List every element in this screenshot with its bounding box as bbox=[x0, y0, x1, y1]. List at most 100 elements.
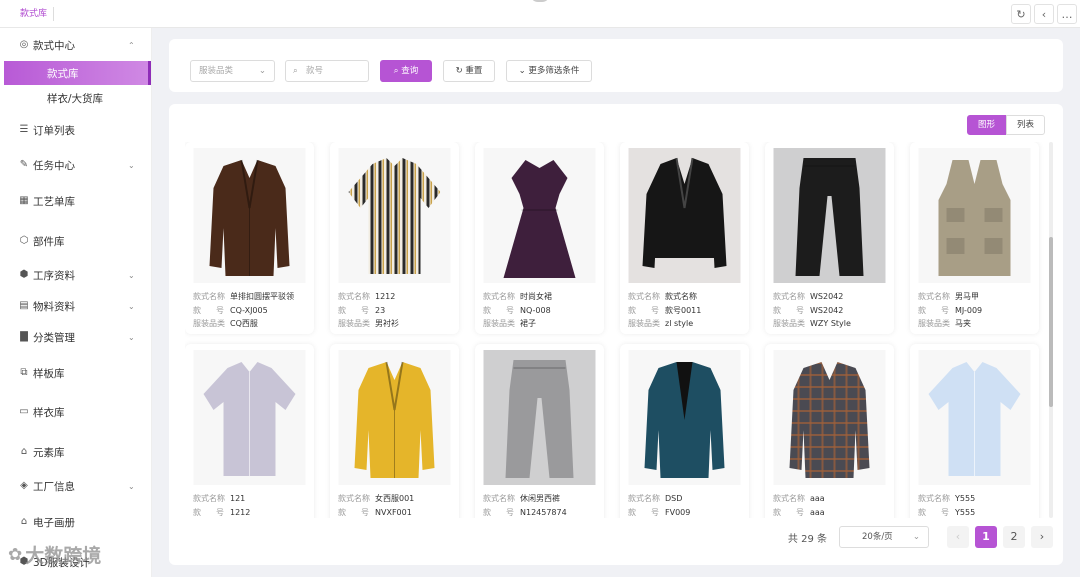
style-card[interactable]: 款式名称 款式名称款号款号0011 服装品类 zl style bbox=[620, 142, 749, 334]
style-name-label: 款式名称 bbox=[628, 494, 660, 503]
sidebar-item-7[interactable]: ⬢ 工序资料 ⌄ bbox=[0, 263, 151, 287]
sidebar-item-6[interactable]: ⬡ 部件库 bbox=[0, 229, 151, 253]
sidebar-item-0[interactable]: ◎ 款式中心 ⌃ bbox=[0, 33, 151, 57]
sidebar-item-12[interactable]: ⌂ 元素库 bbox=[0, 440, 151, 464]
garment-image[interactable] bbox=[628, 148, 741, 283]
category-select[interactable]: 服装品类 ⌄ bbox=[190, 60, 275, 82]
style-no-label-b: 号 bbox=[216, 507, 224, 517]
sidebar-item-13[interactable]: ◈ 工厂信息 ⌄ bbox=[0, 474, 151, 498]
style-no-label-b: 号 bbox=[506, 305, 514, 315]
scrollbar-thumb[interactable] bbox=[1049, 237, 1053, 407]
grid-scrollbar[interactable] bbox=[1049, 142, 1053, 518]
grid-view-button[interactable]: 图形 bbox=[967, 115, 1006, 135]
watermark: ✿ 大数跨境 bbox=[8, 541, 101, 568]
sidebar-item-11[interactable]: ▭ 样衣库 bbox=[0, 400, 151, 424]
shirt-icon: ⌂ bbox=[20, 516, 28, 527]
more-icon[interactable]: … bbox=[1057, 4, 1077, 24]
copy-icon: ⧉ bbox=[20, 367, 28, 378]
page-size-select[interactable]: 20条/页 ⌄ bbox=[839, 526, 929, 548]
style-category-row: 服装品类 CQ西服 bbox=[193, 317, 294, 331]
query-button[interactable]: ⌕ 查询 bbox=[380, 60, 432, 82]
style-no-input[interactable]: ⌕ 款号 bbox=[285, 60, 369, 82]
back-icon[interactable]: ‹ bbox=[1034, 4, 1054, 24]
bar-icon: ▇ bbox=[20, 331, 28, 342]
style-no-label: 款号 bbox=[483, 506, 520, 519]
style-no-label-b: 号 bbox=[941, 305, 949, 315]
sidebar-item-14[interactable]: ⌂ 电子画册 bbox=[0, 510, 151, 534]
total-count: 共 29 条 bbox=[787, 533, 827, 545]
page-size-value: 20条/页 bbox=[862, 532, 893, 542]
style-name-label: 款式名称 bbox=[338, 292, 370, 301]
style-card[interactable]: 款式名称aaa款号aaa服装品类 bbox=[765, 344, 894, 518]
list-view-button[interactable]: 列表 bbox=[1006, 115, 1045, 135]
sidebar-item-2[interactable]: 样衣/大货库 bbox=[0, 86, 151, 110]
style-card[interactable]: 款式名称DSD款号FV009服装品类 bbox=[620, 344, 749, 518]
style-name-value: 单排扣圆摆平驳领 bbox=[230, 292, 294, 301]
watermark-logo-icon: ✿ bbox=[8, 544, 23, 565]
style-no-row: 款号 NVXF001 bbox=[338, 506, 414, 519]
style-no-label-a: 款 bbox=[918, 305, 926, 315]
garment-image[interactable] bbox=[918, 350, 1031, 485]
garment-image[interactable] bbox=[193, 148, 306, 283]
page-2-button[interactable]: 2 bbox=[1003, 526, 1025, 548]
garment-image[interactable] bbox=[773, 148, 886, 283]
style-no-label: 款号 bbox=[193, 506, 230, 519]
style-no-label-a: 款 bbox=[193, 507, 201, 517]
query-button-label: 查询 bbox=[401, 66, 419, 76]
style-name-value: 男马甲 bbox=[955, 292, 979, 301]
sidebar-item-label: 款式中心 bbox=[33, 39, 75, 52]
style-card[interactable]: 款式名称 男马甲款号 MJ-009 服装品类 马夹 bbox=[910, 142, 1039, 334]
garment-image[interactable] bbox=[193, 350, 306, 485]
sidebar-item-1[interactable]: 款式库 bbox=[4, 61, 151, 85]
garment-image[interactable] bbox=[483, 148, 596, 283]
style-name-value: 款式名称 bbox=[665, 292, 697, 301]
style-no-value: NQ-008 bbox=[520, 305, 551, 315]
tab-style-library[interactable]: 款式库 bbox=[14, 7, 55, 21]
style-no-label-b: 号 bbox=[361, 305, 369, 315]
card-info: 款式名称121款号1212服装品类 bbox=[193, 492, 250, 518]
list-icon: ☰ bbox=[19, 124, 29, 135]
next-page-button[interactable]: › bbox=[1031, 526, 1053, 548]
refresh-icon[interactable]: ↻ bbox=[1011, 4, 1031, 24]
style-card[interactable]: 款式名称 1212 款号 23 服装品类 男衬衫 bbox=[330, 142, 459, 334]
more-filters-label: 更多筛选条件 bbox=[528, 66, 580, 76]
style-card[interactable]: 款式名称 时尚女裙款号 NQ-008 服装品类 裙子 bbox=[475, 142, 604, 334]
style-name-row: 款式名称 女西服001 bbox=[338, 492, 414, 506]
results-panel: 图形 列表 款式名称 单排扣圆摆平驳领款号 CQ-XJ005 服装品类 CQ西服 款式名称… bbox=[169, 104, 1063, 565]
style-category-label: 服装品类 bbox=[338, 319, 370, 328]
style-no-label: 款号 bbox=[918, 506, 955, 519]
style-name-value: Y555 bbox=[955, 494, 976, 503]
style-name-label: 款式名称 bbox=[483, 292, 515, 301]
garment-image[interactable] bbox=[918, 148, 1031, 283]
reset-button[interactable]: ↻ 重置 bbox=[443, 60, 495, 82]
style-card[interactable]: 款式名称 WS2042 款号 WS2042 服装品类 WZY Style bbox=[765, 142, 894, 334]
chevron-down-icon: ⌄ bbox=[128, 481, 135, 491]
prev-page-button[interactable]: ‹ bbox=[947, 526, 969, 548]
sidebar-item-5[interactable]: ▦ 工艺单库 bbox=[0, 189, 151, 213]
style-card[interactable]: 款式名称 单排扣圆摆平驳领款号 CQ-XJ005 服装品类 CQ西服 bbox=[185, 142, 314, 334]
style-card[interactable]: 款式名称休闲男西裤款号N12457874服装品类 bbox=[475, 344, 604, 518]
card-info: 款式名称 WS2042 款号 WS2042 服装品类 WZY Style bbox=[773, 290, 851, 331]
style-card[interactable]: 款式名称Y555款号Y555服装品类 bbox=[910, 344, 1039, 518]
garment-image[interactable] bbox=[338, 350, 451, 485]
style-card[interactable]: 款式名称121款号1212服装品类 bbox=[185, 344, 314, 518]
sidebar-item-9[interactable]: ▇ 分类管理 ⌄ bbox=[0, 325, 151, 349]
more-filters-button[interactable]: ⌄ 更多筛选条件 bbox=[506, 60, 592, 82]
style-card[interactable]: 款式名称女西服001款号NVXF001服装品类 bbox=[330, 344, 459, 518]
card-info: 款式名称Y555款号Y555服装品类 bbox=[918, 492, 975, 518]
garment-image[interactable] bbox=[773, 350, 886, 485]
style-category-label: 服装品类 bbox=[773, 319, 805, 328]
sidebar-item-8[interactable]: ▤ 物料资料 ⌄ bbox=[0, 294, 151, 318]
garment-image[interactable] bbox=[483, 350, 596, 485]
page-1-button[interactable]: 1 bbox=[975, 526, 997, 548]
style-name-value: 休闲男西裤 bbox=[520, 494, 560, 503]
sidebar-item-4[interactable]: ✎ 任务中心 ⌄ bbox=[0, 153, 151, 177]
style-category-value: CQ西服 bbox=[230, 319, 258, 328]
sidebar-item-10[interactable]: ⧉ 样板库 bbox=[0, 361, 151, 385]
garment-image[interactable] bbox=[628, 350, 741, 485]
sidebar-item-label: 部件库 bbox=[33, 235, 65, 248]
garment-image[interactable] bbox=[338, 148, 451, 283]
sidebar-item-label: 样板库 bbox=[33, 367, 65, 380]
sidebar-item-label: 工序资料 bbox=[33, 269, 75, 282]
sidebar-item-3[interactable]: ☰ 订单列表 bbox=[0, 118, 151, 142]
